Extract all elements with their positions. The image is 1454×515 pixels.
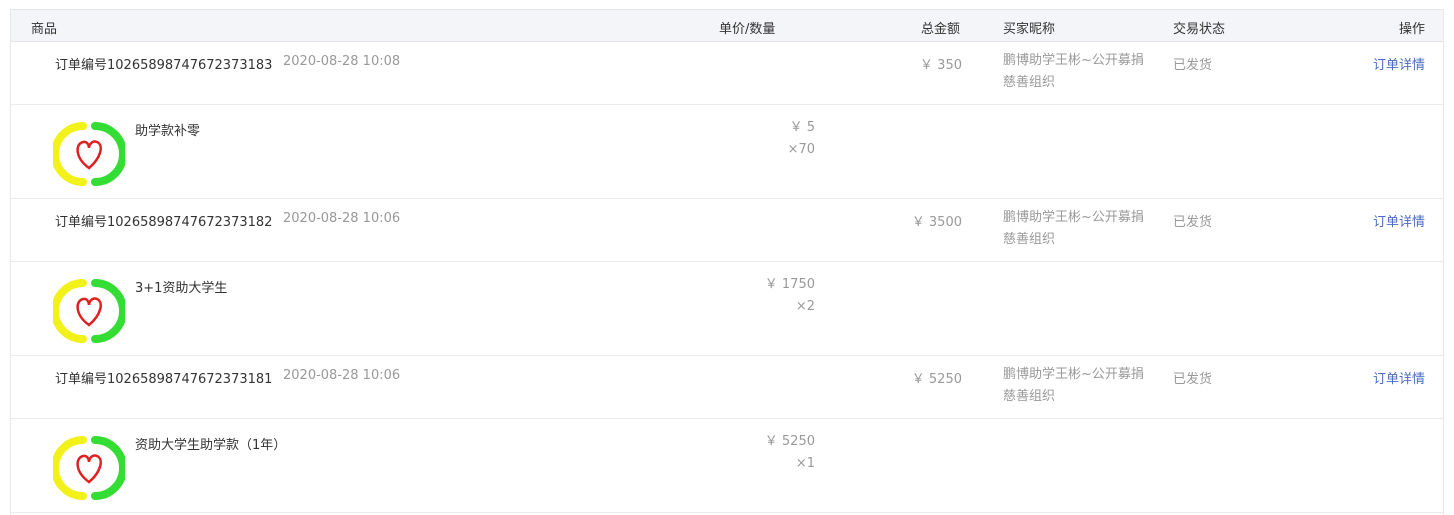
- order-detail-link[interactable]: 订单详情: [1373, 368, 1425, 387]
- unit-price: ￥ 5: [789, 120, 815, 135]
- order-header-row: 订单编号10265898747672373181 2020-08-28 10:0…: [11, 356, 1443, 419]
- product-name[interactable]: 3+1资助大学生: [135, 277, 227, 296]
- order-total: ￥ 5250: [911, 372, 962, 387]
- column-header-status: 交易状态: [1173, 22, 1226, 37]
- order-number: 订单编号10265898747672373181: [55, 372, 273, 387]
- order-status: 已发货: [1173, 372, 1213, 387]
- column-header-buyer: 买家昵称: [1003, 22, 1056, 37]
- product-name[interactable]: 资助大学生助学款（1年）: [135, 434, 286, 453]
- order-status: 已发货: [1173, 215, 1213, 230]
- order-block: 订单编号10265898747672373183 2020-08-28 10:0…: [11, 42, 1443, 199]
- column-header-product: 商品: [31, 22, 58, 37]
- unit-price: ￥ 1750: [764, 277, 815, 292]
- unit-price-qty: ￥ 5250 ×1: [765, 431, 815, 475]
- order-date: 2020-08-28 10:06: [283, 211, 401, 226]
- product-logo-icon[interactable]: [53, 118, 125, 190]
- order-product-row: 3+1资助大学生 ￥ 1750 ×2: [11, 262, 1443, 356]
- order-block: 订单编号10265898747672373181 2020-08-28 10:0…: [11, 356, 1443, 513]
- table-header: 商品 单价/数量 总金额 买家昵称 交易状态 操作: [11, 9, 1443, 42]
- order-header-row: 订单编号10265898747672373183 2020-08-28 10:0…: [11, 42, 1443, 105]
- product-logo-icon[interactable]: [53, 432, 125, 504]
- quantity: ×70: [787, 142, 815, 157]
- buyer-nickname: 鹏博助学王彬~公开募捐慈善组织: [1003, 367, 1144, 404]
- quantity: ×2: [795, 299, 815, 314]
- order-product-row: 资助大学生助学款（1年） ￥ 5250 ×1: [11, 419, 1443, 513]
- order-block: 订单编号10265898747672373182 2020-08-28 10:0…: [11, 199, 1443, 356]
- order-date: 2020-08-28 10:08: [283, 54, 401, 69]
- order-detail-link[interactable]: 订单详情: [1373, 54, 1425, 73]
- column-header-total: 总金额: [921, 22, 961, 37]
- order-table: 商品 单价/数量 总金额 买家昵称 交易状态 操作 订单编号1026589874…: [10, 9, 1444, 515]
- order-header-row: 订单编号10265898747672373182 2020-08-28 10:0…: [11, 199, 1443, 262]
- order-status: 已发货: [1173, 58, 1213, 73]
- unit-price-qty: ￥ 5 ×70: [788, 117, 815, 161]
- order-detail-link[interactable]: 订单详情: [1373, 211, 1425, 230]
- buyer-nickname: 鹏博助学王彬~公开募捐慈善组织: [1003, 210, 1144, 247]
- column-header-action: 操作: [1398, 22, 1425, 37]
- product-name[interactable]: 助学款补零: [135, 120, 200, 139]
- order-total: ￥ 350: [920, 58, 962, 73]
- unit-price: ￥ 5250: [764, 434, 815, 449]
- quantity: ×1: [795, 456, 815, 471]
- order-number: 订单编号10265898747672373182: [55, 215, 273, 230]
- product-logo-icon[interactable]: [53, 275, 125, 347]
- column-header-unit-qty: 单价/数量: [719, 22, 776, 37]
- buyer-nickname: 鹏博助学王彬~公开募捐慈善组织: [1003, 53, 1144, 90]
- order-total: ￥ 3500: [911, 215, 962, 230]
- order-product-row: 助学款补零 ￥ 5 ×70: [11, 105, 1443, 199]
- order-number: 订单编号10265898747672373183: [55, 58, 273, 73]
- order-date: 2020-08-28 10:06: [283, 368, 401, 383]
- unit-price-qty: ￥ 1750 ×2: [765, 274, 815, 318]
